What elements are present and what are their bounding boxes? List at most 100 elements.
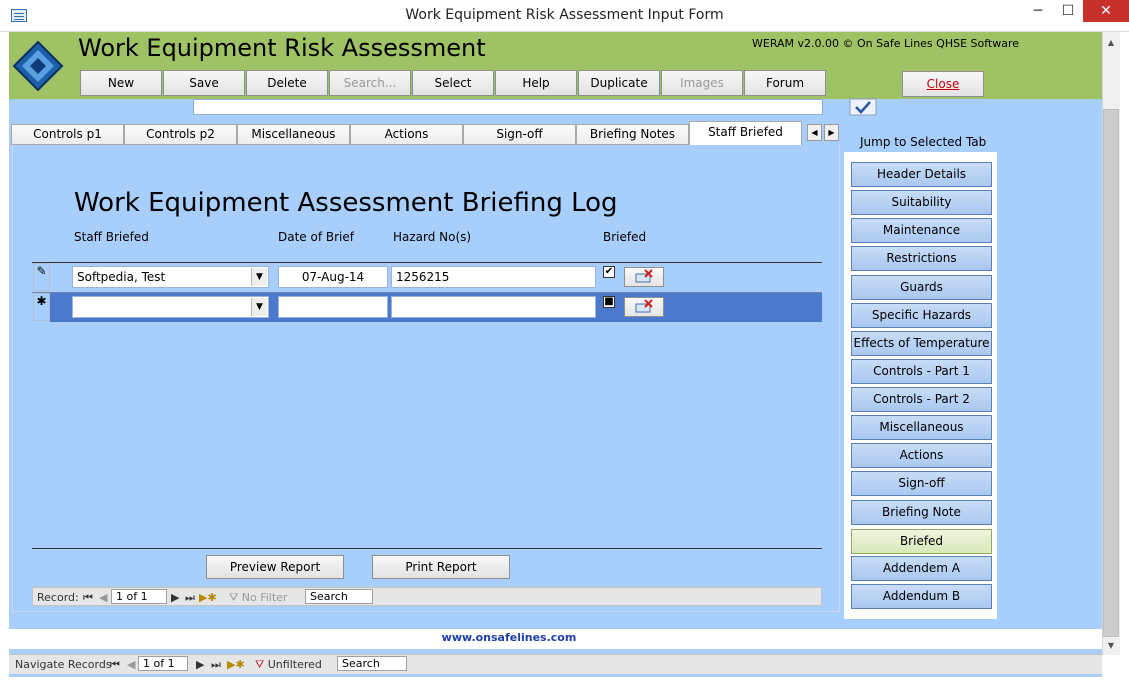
record-position-field[interactable]: 1 of 1 [111,589,167,604]
minimize-icon[interactable]: ─ [1023,0,1053,22]
jump-panel-label: Jump to Selected Tab [860,135,987,149]
record-selector-new-icon[interactable]: ✱ [33,293,50,321]
first-record-icon[interactable]: ⏮ [83,591,93,605]
help-button[interactable]: Help [495,70,577,96]
tab-actions[interactable]: Actions [350,124,463,145]
new-button[interactable]: New [80,70,162,96]
scroll-down-icon[interactable]: ▼ [1102,637,1120,655]
filter-status[interactable]: ⛛ Unfiltered [255,658,322,672]
record-selector-edit-icon[interactable]: ✎ [33,263,50,291]
spellcheck-icon[interactable] [849,98,877,116]
last-record-icon[interactable]: ⏭ [185,591,195,605]
jump-briefed-button[interactable]: Briefed [851,529,992,554]
scrollbar-thumb[interactable] [1103,109,1119,637]
select-button[interactable]: Select [412,70,494,96]
prev-record-icon[interactable]: ◀ [99,591,107,604]
preview-report-button[interactable]: Preview Report [206,555,344,579]
delete-record-button[interactable] [624,267,664,287]
jump-controls-part1-button[interactable]: Controls - Part 1 [851,359,992,384]
window-titlebar: Work Equipment Risk Assessment Input For… [0,0,1129,32]
filter-label: No Filter [241,591,288,604]
column-briefed: Briefed [603,230,647,244]
previous-field-input[interactable] [193,99,823,115]
filter-icon: ⛛ [229,591,242,604]
tab-briefing-notes[interactable]: Briefing Notes [576,124,689,145]
jump-maintenance-button[interactable]: Maintenance [851,218,992,243]
filter-icon: ⛛ [255,658,268,671]
new-record-icon[interactable]: ▶✱ [227,658,245,671]
delete-button[interactable]: Delete [246,70,328,96]
chevron-down-icon[interactable]: ▼ [251,298,267,316]
jump-addendem-a-button[interactable]: Addendem A [851,556,992,581]
diamond-logo-icon [12,40,64,92]
staff-briefed-combo[interactable]: Softpedia, Test ▼ [72,266,269,288]
delete-record-icon [635,269,653,283]
jump-suitability-button[interactable]: Suitability [851,190,992,215]
jump-sign-off-button[interactable]: Sign-off [851,471,992,496]
main-record-navigator: Navigate Records ⏮ ◀ 1 of 1 ▶ ⏭ ▶✱ ⛛ Unf… [9,654,1102,674]
jump-guards-button[interactable]: Guards [851,275,992,300]
filter-status[interactable]: ⛛ No Filter [229,591,287,605]
new-record-icon[interactable]: ▶✱ [199,591,217,604]
jump-effects-of-temperature-button[interactable]: Effects of Temperature [851,331,992,356]
record-search-input[interactable]: Search [337,656,407,671]
hazard-nos-field-new[interactable] [391,296,596,318]
filter-label: Unfiltered [267,658,322,671]
tab-scroll-left-icon[interactable]: ◀ [807,124,822,141]
staff-briefed-value: Softpedia, Test [77,270,166,284]
print-report-button[interactable]: Print Report [372,555,510,579]
record-position-field[interactable]: 1 of 1 [138,656,188,671]
date-of-brief-field-new[interactable] [278,296,388,318]
table-bottom-rule [32,548,822,549]
staff-briefed-combo-new[interactable]: ▼ [72,296,269,318]
tab-scroll-right-icon[interactable]: ▶ [824,124,839,141]
search-button[interactable]: Search... [329,70,411,96]
tab-controls-p1[interactable]: Controls p1 [11,124,124,145]
hazard-nos-field[interactable]: 1256215 [391,266,596,288]
tab-staff-briefed[interactable]: Staff Briefed [689,121,802,146]
jump-actions-button[interactable]: Actions [851,443,992,468]
window-close-button[interactable]: ✕ [1083,0,1129,22]
maximize-icon[interactable]: ☐ [1053,0,1083,22]
jump-addendum-b-button[interactable]: Addendum B [851,584,992,609]
jump-header-details-button[interactable]: Header Details [851,162,992,187]
jump-specific-hazards-button[interactable]: Specific Hazards [851,303,992,328]
navigate-records-label: Navigate Records [15,658,112,671]
briefed-checkbox[interactable]: ✔ [603,266,615,278]
record-label: Record: [37,591,79,604]
version-label: WERAM v2.0.00 © On Safe Lines QHSE Softw… [752,37,1020,50]
last-record-icon[interactable]: ⏭ [211,658,221,672]
window-title: Work Equipment Risk Assessment Input For… [405,7,724,23]
column-hazard-nos: Hazard No(s) [393,230,472,244]
close-form-button[interactable]: Close [902,71,984,97]
forum-button[interactable]: Forum [744,70,826,96]
website-link[interactable]: www.onsafelines.com [9,631,1009,644]
jump-briefing-note-button[interactable]: Briefing Note [851,500,992,525]
tab-sign-off[interactable]: Sign-off [463,124,576,145]
chevron-down-icon[interactable]: ▼ [251,268,267,286]
prev-record-icon[interactable]: ◀ [127,658,135,671]
next-record-icon[interactable]: ▶ [196,658,204,671]
briefing-log-title: Work Equipment Assessment Briefing Log [74,188,618,218]
delete-record-icon [635,299,653,313]
tab-miscellaneous[interactable]: Miscellaneous [237,124,350,145]
duplicate-button[interactable]: Duplicate [578,70,660,96]
scroll-up-icon[interactable]: ▲ [1102,34,1120,52]
delete-record-button-new[interactable] [624,297,664,317]
table-top-rule [32,262,822,263]
jump-controls-part2-button[interactable]: Controls - Part 2 [851,387,992,412]
tab-controls-p2[interactable]: Controls p2 [124,124,237,145]
save-button[interactable]: Save [163,70,245,96]
record-search-input[interactable]: Search [305,589,373,604]
column-staff-briefed: Staff Briefed [74,230,149,244]
jump-miscellaneous-button[interactable]: Miscellaneous [851,415,992,440]
jump-restrictions-button[interactable]: Restrictions [851,246,992,271]
briefed-checkbox-new[interactable]: ■ [603,296,615,308]
app-title: Work Equipment Risk Assessment [78,34,486,62]
date-of-brief-field[interactable]: 07-Aug-14 [278,266,388,288]
next-record-icon[interactable]: ▶ [171,591,179,604]
first-record-icon[interactable]: ⏮ [110,658,120,672]
column-date-of-brief: Date of Brief [278,230,354,244]
images-button[interactable]: Images [661,70,743,96]
subform-record-navigator: Record: ⏮ ◀ 1 of 1 ▶ ⏭ ▶✱ ⛛ No Filter Se… [32,587,822,606]
